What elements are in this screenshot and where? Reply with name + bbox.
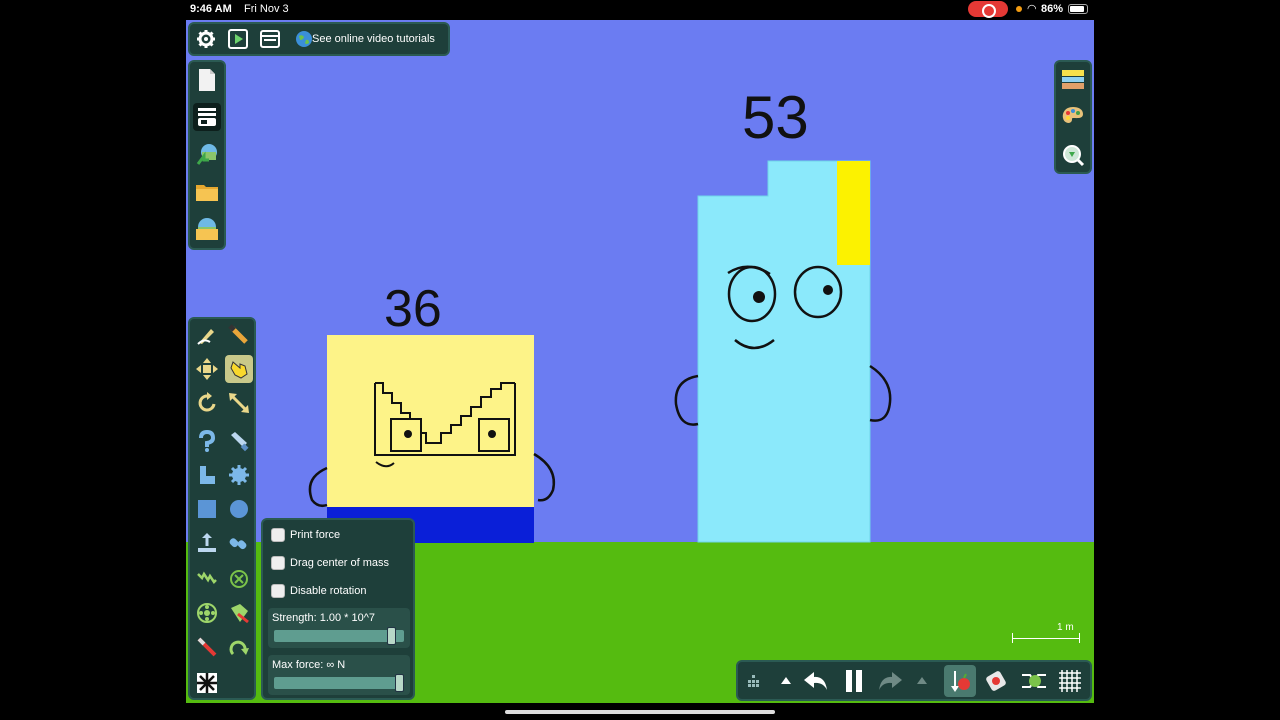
scale-bar	[1012, 638, 1080, 639]
knife-tool-icon[interactable]	[225, 427, 253, 455]
file-toolbar	[188, 60, 226, 250]
sketch-tool-icon[interactable]	[193, 321, 221, 349]
drag-center-of-mass-option[interactable]: Drag center of mass	[271, 554, 389, 572]
move-tool-icon[interactable]	[193, 355, 221, 383]
palette-icon[interactable]	[1059, 103, 1087, 131]
max-force-label: Max force: ∞ N	[272, 659, 346, 671]
screen-recording-icon[interactable]	[968, 1, 1008, 18]
drag-center-of-mass-label: Drag center of mass	[290, 557, 390, 569]
open-folder-icon[interactable]	[193, 178, 221, 206]
disable-rotation-option[interactable]: Disable rotation	[271, 582, 366, 600]
rotate-tool-icon[interactable]	[193, 389, 221, 417]
scale-indicator: 1 m	[1012, 622, 1080, 646]
redo-icon[interactable]	[876, 667, 904, 695]
right-toolbar	[1054, 60, 1092, 174]
scale-tick-left	[1012, 633, 1013, 643]
scene-icon[interactable]	[193, 103, 221, 131]
polygon-tool-icon[interactable]	[193, 461, 221, 489]
mic-indicator-icon	[1016, 6, 1022, 12]
max-force-slider[interactable]	[274, 674, 404, 692]
scale-tool-icon[interactable]	[225, 389, 253, 417]
drag-options-popup: Print force Drag center of mass Disable …	[261, 518, 415, 700]
spring-tool-icon[interactable]	[193, 565, 221, 593]
label-36: 36	[384, 280, 442, 338]
up-arrow-icon[interactable]	[772, 667, 800, 695]
box-tool-icon[interactable]	[193, 495, 221, 523]
air-friction-icon[interactable]	[982, 667, 1010, 695]
tools-toolbar	[188, 317, 256, 700]
grid-icon[interactable]	[1056, 667, 1084, 695]
status-date: Fri Nov 3	[244, 3, 289, 15]
window-icon[interactable]	[256, 25, 284, 53]
zoom-icon[interactable]	[1059, 141, 1087, 169]
print-force-label: Print force	[290, 529, 341, 541]
export-icon[interactable]	[193, 140, 221, 168]
pause-icon[interactable]	[840, 667, 868, 695]
axle-tool-icon[interactable]	[193, 599, 221, 627]
max-force-section: Max force: ∞ N	[268, 655, 410, 695]
scale-label: 1 m	[1057, 622, 1074, 633]
battery-percent: 86%	[1041, 3, 1064, 15]
background-layers-icon[interactable]	[1059, 66, 1087, 94]
gear-tool-icon[interactable]	[225, 461, 253, 489]
tracer-tool-icon[interactable]	[225, 599, 253, 627]
open-scene-icon[interactable]	[193, 215, 221, 243]
new-file-icon[interactable]	[193, 66, 221, 94]
screen: 9:46 AM Fri Nov 3 ◠ 86% 36 53 See online…	[0, 0, 1280, 720]
strength-slider[interactable]	[274, 627, 404, 645]
battery-icon	[1068, 4, 1088, 14]
gravity-icon[interactable]	[944, 665, 976, 697]
chain-tool-icon[interactable]	[225, 529, 253, 557]
brush-tool-icon[interactable]	[225, 321, 253, 349]
home-indicator[interactable]	[505, 710, 775, 714]
disable-rotation-label: Disable rotation	[290, 585, 367, 597]
strength-section: Strength: 1.00 * 10^7	[268, 608, 410, 648]
circle-tool-icon[interactable]	[225, 495, 253, 523]
fixate-tool-icon[interactable]	[225, 565, 253, 593]
strength-slider-thumb[interactable]	[386, 627, 396, 645]
character-36[interactable]: 36	[308, 280, 556, 543]
label-53: 53	[742, 84, 809, 151]
max-force-slider-thumb[interactable]	[395, 674, 404, 692]
status-bar: 9:46 AM Fri Nov 3 ◠ 86%	[0, 0, 1280, 20]
play-scene-icon[interactable]	[224, 25, 252, 53]
thruster-tool-icon[interactable]	[193, 669, 221, 697]
character-53[interactable]: 53	[674, 84, 892, 543]
status-time: 9:46 AM	[190, 3, 232, 15]
scale-tick-right	[1079, 633, 1080, 643]
disable-rotation-checkbox[interactable]	[271, 584, 285, 598]
hinge-tool-icon[interactable]	[225, 633, 253, 661]
playback-bar	[736, 660, 1092, 701]
grid-dots-icon[interactable]	[740, 667, 768, 695]
print-force-checkbox[interactable]	[271, 528, 285, 542]
strength-label: Strength: 1.00 * 10^7	[272, 612, 376, 624]
simulation-icon[interactable]	[1020, 667, 1048, 695]
drag-center-of-mass-checkbox[interactable]	[271, 556, 285, 570]
top-toolbar: See online video tutorials	[188, 22, 450, 56]
up-arrow-icon[interactable]	[908, 667, 936, 695]
plane-tool-icon[interactable]	[193, 529, 221, 557]
undo-icon[interactable]	[802, 667, 830, 695]
wifi-icon: ◠	[1027, 3, 1037, 15]
laser-tool-icon[interactable]	[193, 633, 221, 661]
print-force-option[interactable]: Print force	[271, 526, 340, 544]
rope-tool-icon[interactable]	[193, 427, 221, 455]
settings-icon[interactable]	[192, 25, 220, 53]
drag-tool-icon[interactable]	[225, 355, 253, 383]
tutorials-link[interactable]: See online video tutorials	[312, 33, 435, 45]
